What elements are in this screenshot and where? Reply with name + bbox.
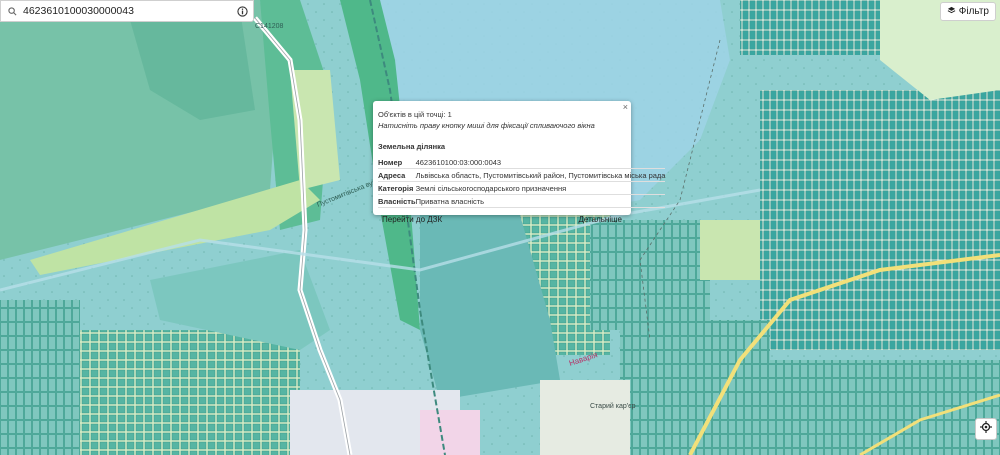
details-link[interactable]: Детальніше xyxy=(578,215,622,224)
search-input[interactable] xyxy=(23,2,231,20)
filter-label: Фільтр xyxy=(958,6,989,17)
table-row: Номер 4623610100:03:000:0043 xyxy=(378,156,666,169)
parcel-block-bottomleft xyxy=(60,330,300,455)
objects-count-text: Об'єктів в цій точці: 1 xyxy=(378,110,452,119)
search-box xyxy=(0,0,254,22)
go-to-dzk-link[interactable]: Перейти до ДЗК xyxy=(382,215,442,224)
town-pink xyxy=(420,410,480,455)
parcel-block-right xyxy=(760,90,1000,350)
filter-button[interactable]: Фільтр xyxy=(939,2,996,21)
table-row: Адреса Львівська область, Пустомитівськи… xyxy=(378,168,666,182)
quarry-label: Старий кар'єр xyxy=(590,402,636,410)
parcel-info-table: Номер 4623610100:03:000:0043 Адреса Льві… xyxy=(378,156,666,208)
table-row: Категорія Землі сільськогосподарського п… xyxy=(378,181,666,195)
layers-icon xyxy=(947,6,956,18)
road-code-label: C141208 xyxy=(255,23,284,30)
row-value: Землі сільськогосподарського призначення xyxy=(415,181,666,195)
popup-actions: Перейти до ДЗК Детальніше xyxy=(378,215,626,224)
close-icon[interactable]: × xyxy=(623,102,628,112)
row-key: Номер xyxy=(378,156,416,169)
parcel-block-mid2 xyxy=(590,220,710,330)
row-key: Адреса xyxy=(378,168,416,182)
light-field-b xyxy=(700,220,770,280)
quarry-area xyxy=(540,380,630,455)
row-key: Категорія xyxy=(378,181,416,195)
parcel-block-left xyxy=(0,300,80,455)
parcel-popup: × Об'єктів в цій точці: 1 Натисніть прав… xyxy=(373,101,666,224)
crosshair-icon xyxy=(980,420,992,438)
row-value: Приватна власність xyxy=(415,194,666,208)
search-icon xyxy=(1,1,23,21)
parcel-block-bottom xyxy=(620,320,770,455)
row-key: Власність xyxy=(378,194,416,208)
map-canvas[interactable]: C141208 Пустомитівська вул. Наварія Стар… xyxy=(0,0,1000,455)
row-value: Львівська область, Пустомитівський район… xyxy=(415,168,666,182)
locate-button[interactable] xyxy=(975,418,997,440)
row-value: 4623610100:03:000:0043 xyxy=(415,156,666,169)
section-title: Земельна ділянка xyxy=(378,142,446,151)
hint-text: Натисніть праву кнопку миші для фіксації… xyxy=(378,121,595,130)
table-row: Власність Приватна власність xyxy=(378,194,666,208)
info-icon[interactable] xyxy=(231,1,253,21)
